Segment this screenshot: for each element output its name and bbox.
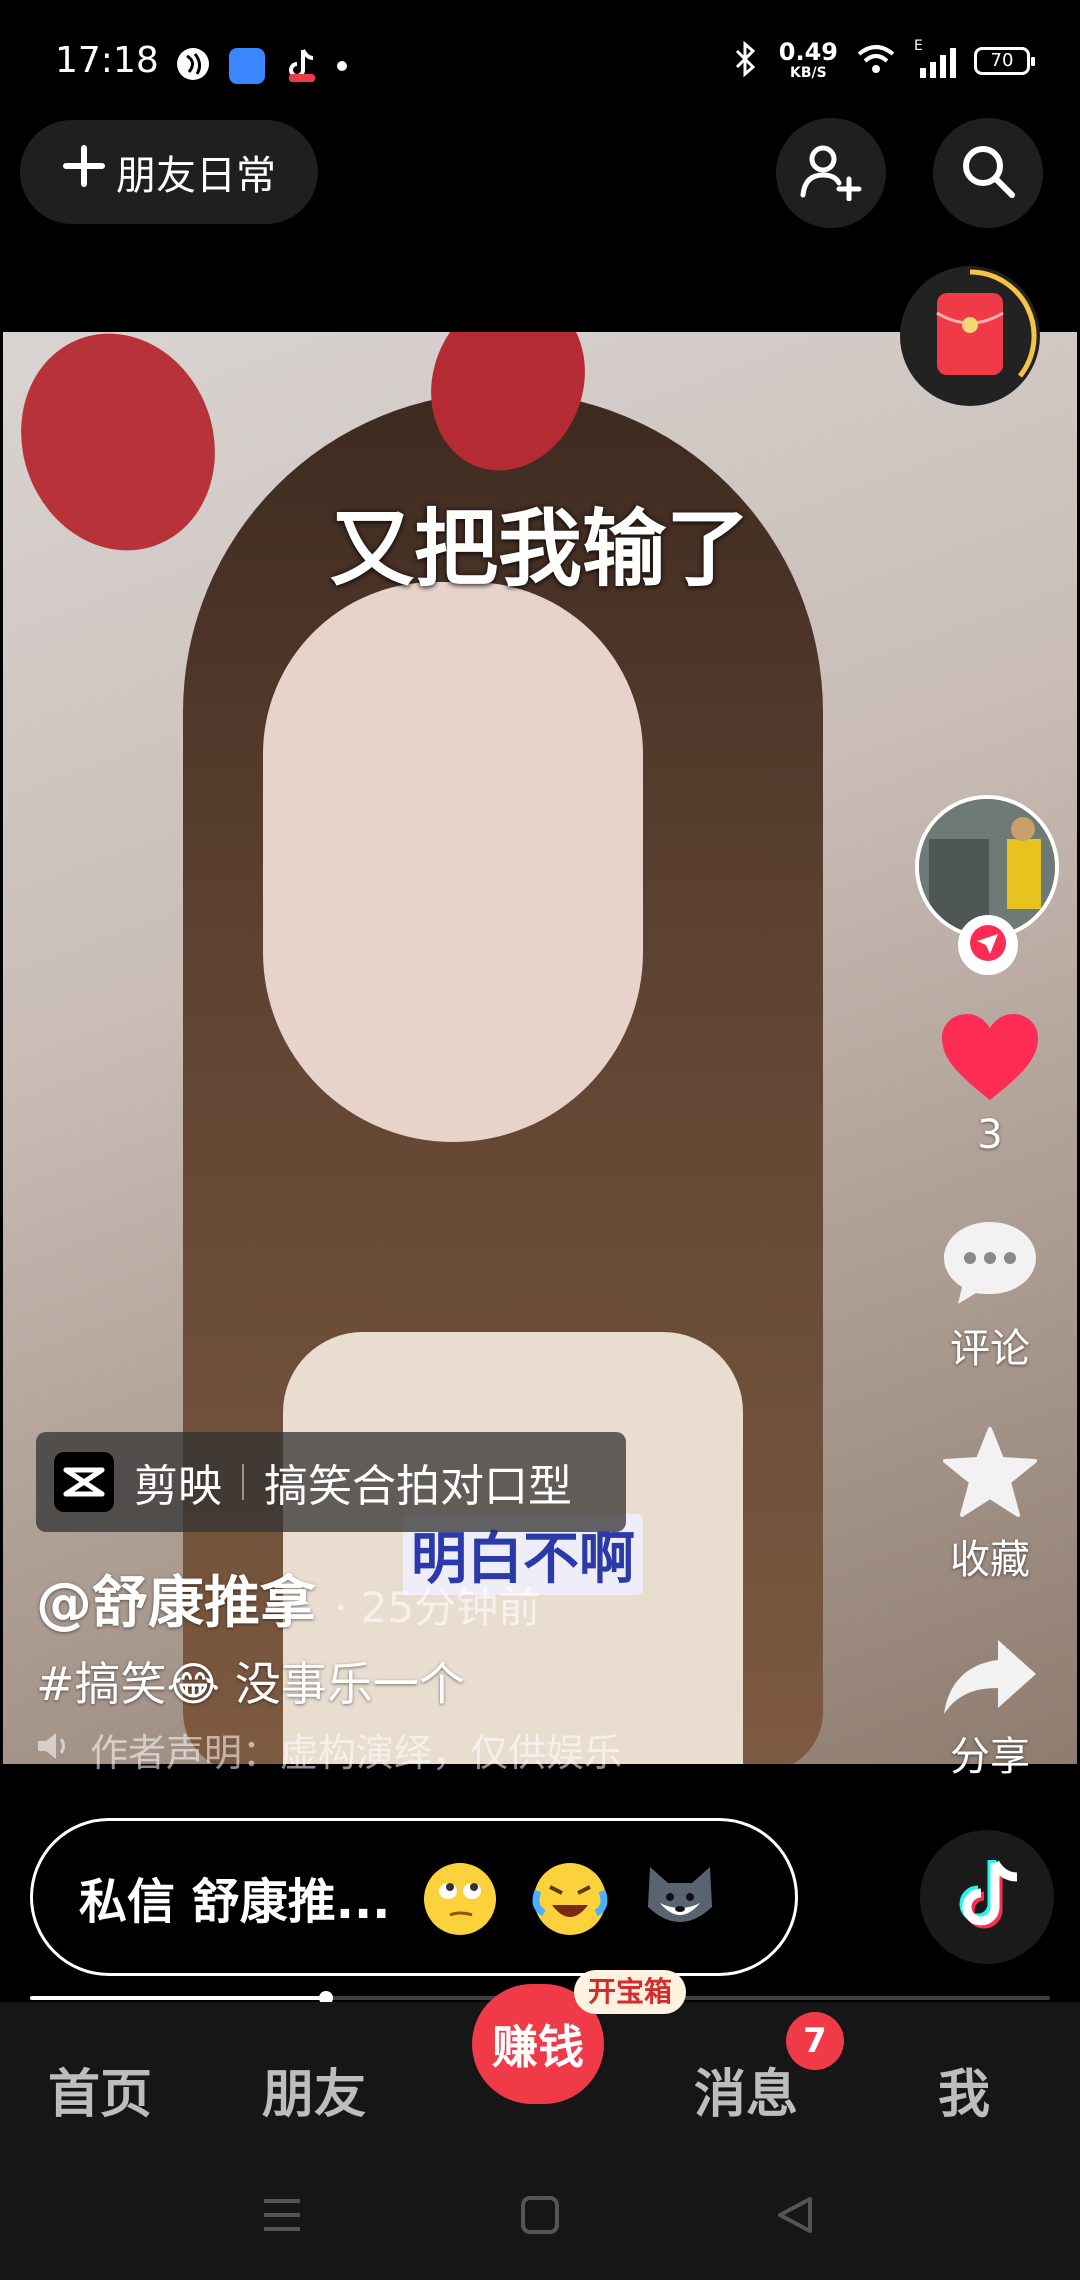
- menu-icon: [262, 2197, 302, 2237]
- add-user-icon: [799, 141, 863, 205]
- wifi-icon: [856, 43, 896, 79]
- tiktok-logo-icon: [945, 1853, 1029, 1941]
- video-progress-fill: [30, 1996, 326, 2000]
- network-speed: 0.49 KB/S: [778, 38, 838, 81]
- tag-divider: [242, 1464, 244, 1500]
- like-button[interactable]: 3: [930, 1012, 1050, 1158]
- favorite-label: 收藏: [950, 1537, 1030, 1583]
- search-button[interactable]: [933, 118, 1043, 228]
- nav-friends[interactable]: 朋友: [262, 2052, 366, 2127]
- nav-me[interactable]: 我: [938, 2052, 990, 2127]
- message-app-icon: [229, 48, 265, 84]
- search-icon: [958, 141, 1018, 205]
- bluetooth-icon: [731, 40, 761, 81]
- app-notification-icon: [175, 46, 211, 86]
- eye-roll-emoji-icon[interactable]: [420, 1857, 500, 1937]
- like-count: 3: [977, 1112, 1003, 1158]
- video-player[interactable]: 又把我输了 明白不啊: [3, 332, 1077, 1764]
- more-notifications-dot: [337, 61, 347, 71]
- notification-icons: [175, 46, 347, 86]
- friends-daily-label: 朋友日常: [116, 153, 276, 199]
- share-button[interactable]: 分享: [930, 1636, 1050, 1782]
- capcut-icon: [54, 1452, 114, 1512]
- author-name[interactable]: @舒康推拿: [36, 1558, 316, 1639]
- messages-badge: 7: [786, 2012, 844, 2070]
- add-friend-button[interactable]: [776, 118, 886, 228]
- comment-button[interactable]: 评论: [930, 1218, 1050, 1374]
- post-time: · 25分钟前: [334, 1583, 541, 1632]
- direct-message-bar[interactable]: 私信 舒康推...: [30, 1818, 798, 1976]
- status-right: 0.49 KB/S E 70: [731, 38, 1035, 82]
- video-face: [263, 582, 643, 1142]
- laughing-crying-emoji-icon[interactable]: [530, 1857, 610, 1937]
- battery-indicator: 70: [974, 47, 1035, 75]
- capcut-app-name: 剪映: [134, 1461, 222, 1512]
- status-time: 17:18: [55, 40, 159, 81]
- nav-messages[interactable]: 消息: [694, 2052, 798, 2127]
- nav-home[interactable]: 首页: [48, 2052, 152, 2127]
- share-arrow-icon: [940, 1640, 1040, 1720]
- author-row: @舒康推拿 · 25分钟前: [36, 1558, 540, 1639]
- follow-icon: [968, 923, 1008, 967]
- square-icon: [520, 2195, 560, 2239]
- open-chest-tag[interactable]: 开宝箱: [574, 1970, 687, 2014]
- status-bar: 17:18 0.49 KB/S E 70: [0, 0, 1080, 96]
- speaker-icon: [36, 1728, 72, 1772]
- dm-prompt: 私信 舒康推...: [79, 1874, 391, 1930]
- share-label: 分享: [950, 1734, 1030, 1780]
- wolf-emoji-icon[interactable]: [640, 1857, 720, 1937]
- red-packet-button[interactable]: [900, 266, 1040, 406]
- star-icon: [940, 1427, 1040, 1523]
- friends-daily-button[interactable]: 朋友日常: [20, 120, 318, 224]
- back-triangle-icon: [776, 2195, 816, 2239]
- favorite-button[interactable]: 收藏: [930, 1425, 1050, 1585]
- tiktok-quick-button[interactable]: [920, 1830, 1054, 1964]
- video-description[interactable]: #搞笑😂 没事乐一个: [36, 1648, 465, 1714]
- author-disclaimer: 作者声明：虚构演绎，仅供娱乐: [36, 1722, 622, 1777]
- comment-icon: [940, 1222, 1040, 1312]
- system-back-button[interactable]: [774, 2192, 818, 2242]
- cellular-signal-icon: E: [914, 38, 956, 78]
- red-packet-progress-ring: [969, 269, 1037, 378]
- system-menu-button[interactable]: [260, 2192, 304, 2242]
- video-caption-top: 又把我输了: [329, 500, 750, 598]
- capcut-template-tag[interactable]: 剪映 搞笑合拍对口型: [36, 1432, 626, 1532]
- disclaimer-text: 作者声明：虚构演绎，仅供娱乐: [90, 1731, 623, 1775]
- plus-icon: [62, 144, 106, 200]
- heart-icon: [940, 1014, 1040, 1108]
- comment-label: 评论: [950, 1326, 1030, 1372]
- template-name: 搞笑合拍对口型: [264, 1461, 572, 1512]
- follow-button[interactable]: [958, 915, 1018, 975]
- tiktok-notification-icon: [283, 46, 319, 86]
- bottom-navigation: 首页 朋友 赚钱 开宝箱 消息 7 我: [0, 1970, 1080, 2280]
- system-home-button[interactable]: [518, 2192, 562, 2242]
